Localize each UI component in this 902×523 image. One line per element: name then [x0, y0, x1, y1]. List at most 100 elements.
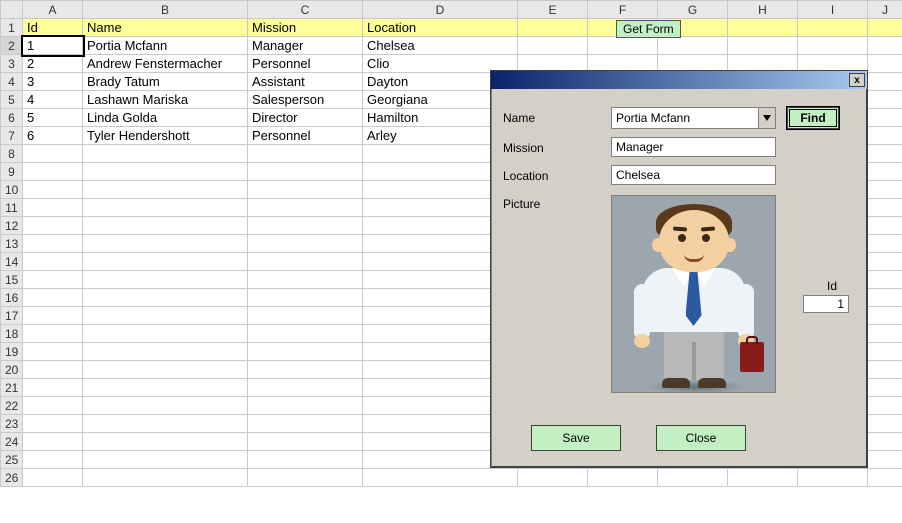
cell[interactable] — [248, 415, 363, 433]
cell[interactable] — [23, 379, 83, 397]
cell[interactable] — [728, 469, 798, 487]
cell[interactable] — [248, 433, 363, 451]
cell[interactable] — [518, 469, 588, 487]
col-header-D[interactable]: D — [363, 1, 518, 19]
row-header[interactable]: 17 — [1, 307, 23, 325]
row-header[interactable]: 19 — [1, 343, 23, 361]
header-cell-name[interactable]: Name — [83, 19, 248, 37]
cell[interactable] — [83, 271, 248, 289]
row-header[interactable]: 21 — [1, 379, 23, 397]
cell[interactable]: Assistant — [248, 73, 363, 91]
row-header[interactable]: 15 — [1, 271, 23, 289]
cell[interactable] — [868, 325, 902, 343]
row-header[interactable]: 10 — [1, 181, 23, 199]
name-combobox[interactable]: Portia Mcfann — [611, 107, 776, 129]
cell[interactable] — [83, 145, 248, 163]
cell[interactable] — [868, 163, 902, 181]
cell[interactable] — [23, 271, 83, 289]
row-header[interactable]: 25 — [1, 451, 23, 469]
cell[interactable] — [23, 163, 83, 181]
row-header[interactable]: 3 — [1, 55, 23, 73]
row-header[interactable]: 24 — [1, 433, 23, 451]
cell[interactable] — [23, 145, 83, 163]
cell[interactable] — [83, 451, 248, 469]
col-header-H[interactable]: H — [728, 1, 798, 19]
cell[interactable] — [83, 379, 248, 397]
cell[interactable] — [868, 127, 902, 145]
cell[interactable] — [868, 469, 902, 487]
save-button[interactable]: Save — [531, 425, 621, 451]
cell[interactable]: Linda Golda — [83, 109, 248, 127]
col-header-B[interactable]: B — [83, 1, 248, 19]
cell[interactable] — [23, 361, 83, 379]
row-header[interactable]: 18 — [1, 325, 23, 343]
col-header-C[interactable]: C — [248, 1, 363, 19]
cell[interactable] — [248, 199, 363, 217]
cell[interactable]: 1 — [23, 37, 83, 55]
cell[interactable] — [588, 469, 658, 487]
cell[interactable]: Lashawn Mariska — [83, 91, 248, 109]
combobox-arrow[interactable] — [758, 108, 775, 128]
cell[interactable] — [23, 307, 83, 325]
col-header-G[interactable]: G — [658, 1, 728, 19]
find-button[interactable]: Find — [787, 107, 839, 129]
row-header[interactable]: 22 — [1, 397, 23, 415]
cell[interactable] — [248, 397, 363, 415]
select-all-corner[interactable] — [1, 1, 23, 19]
cell[interactable] — [868, 199, 902, 217]
cell[interactable]: Personnel — [248, 127, 363, 145]
cell[interactable] — [83, 163, 248, 181]
cell[interactable]: Personnel — [248, 55, 363, 73]
cell[interactable] — [23, 253, 83, 271]
cell[interactable] — [23, 415, 83, 433]
cell[interactable] — [83, 199, 248, 217]
cell[interactable]: 6 — [23, 127, 83, 145]
cell[interactable] — [23, 199, 83, 217]
cell[interactable] — [868, 217, 902, 235]
cell[interactable]: Portia Mcfann — [83, 37, 248, 55]
row-header[interactable]: 26 — [1, 469, 23, 487]
col-header-A[interactable]: A — [23, 1, 83, 19]
cell[interactable] — [83, 253, 248, 271]
cell[interactable] — [23, 343, 83, 361]
row-header[interactable]: 2 — [1, 37, 23, 55]
cell[interactable] — [868, 307, 902, 325]
close-button[interactable]: Close — [656, 425, 746, 451]
cell[interactable] — [363, 469, 518, 487]
header-cell-mission[interactable]: Mission — [248, 19, 363, 37]
cell[interactable] — [83, 325, 248, 343]
row-header[interactable]: 14 — [1, 253, 23, 271]
cell[interactable] — [23, 325, 83, 343]
get-form-button[interactable]: Get Form — [616, 20, 681, 38]
cell[interactable] — [23, 217, 83, 235]
cell[interactable] — [248, 163, 363, 181]
row-header[interactable]: 5 — [1, 91, 23, 109]
cell[interactable]: Manager — [248, 37, 363, 55]
cell[interactable]: Salesperson — [248, 91, 363, 109]
row-header[interactable]: 1 — [1, 19, 23, 37]
row-header[interactable]: 16 — [1, 289, 23, 307]
cell[interactable]: Director — [248, 109, 363, 127]
row-header[interactable]: 7 — [1, 127, 23, 145]
cell[interactable] — [868, 361, 902, 379]
cell[interactable] — [588, 37, 658, 55]
row-header[interactable]: 6 — [1, 109, 23, 127]
cell[interactable] — [868, 109, 902, 127]
cell[interactable] — [248, 145, 363, 163]
cell[interactable] — [83, 361, 248, 379]
cell[interactable] — [83, 235, 248, 253]
cell[interactable] — [248, 307, 363, 325]
cell[interactable] — [868, 253, 902, 271]
cell[interactable] — [518, 37, 588, 55]
cell[interactable] — [868, 415, 902, 433]
header-cell-location[interactable]: Location — [363, 19, 518, 37]
cell[interactable]: Chelsea — [363, 37, 518, 55]
row-header[interactable]: 11 — [1, 199, 23, 217]
cell[interactable] — [83, 415, 248, 433]
cell[interactable] — [23, 397, 83, 415]
id-field[interactable]: 1 — [803, 295, 849, 313]
col-header-I[interactable]: I — [798, 1, 868, 19]
cell[interactable] — [868, 181, 902, 199]
cell[interactable] — [83, 307, 248, 325]
cell[interactable] — [83, 469, 248, 487]
